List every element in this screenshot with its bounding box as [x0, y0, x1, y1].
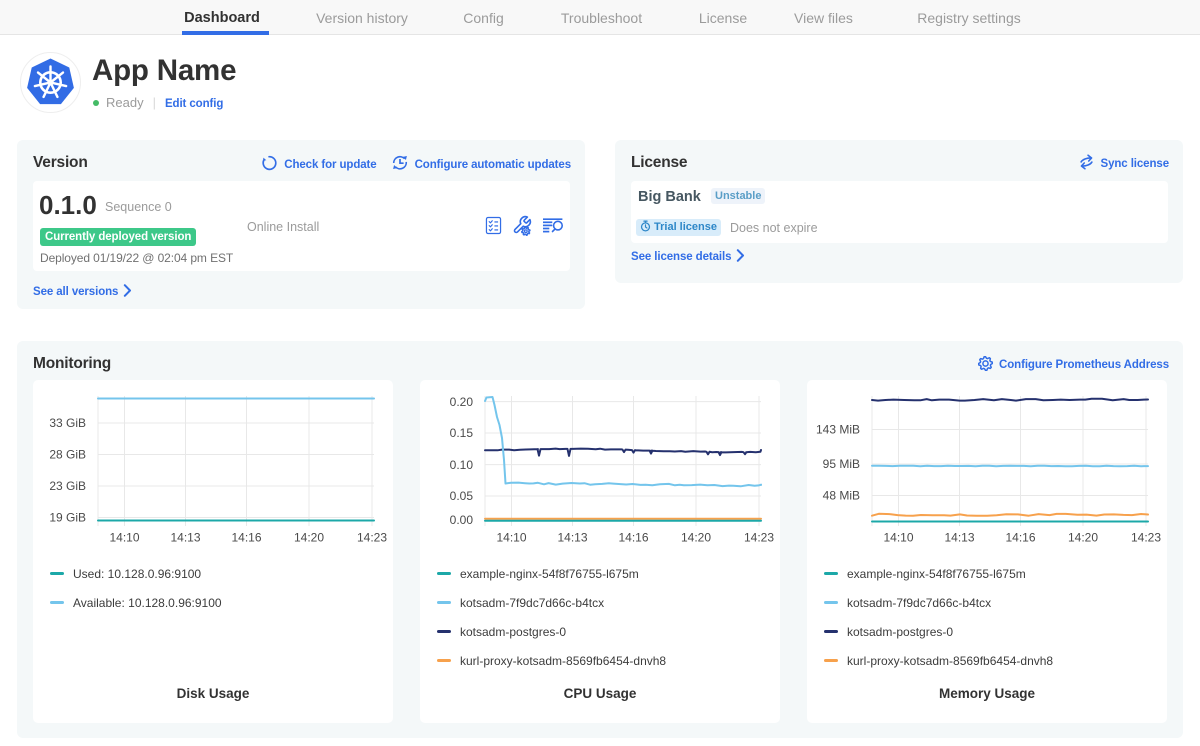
svg-text:14:20: 14:20: [294, 531, 324, 545]
svg-text:14:23: 14:23: [1131, 531, 1161, 545]
svg-text:14:16: 14:16: [1005, 531, 1035, 545]
svg-text:95 MiB: 95 MiB: [823, 457, 860, 471]
svg-text:14:10: 14:10: [109, 531, 139, 545]
svg-text:14:10: 14:10: [496, 531, 526, 545]
svg-text:14:16: 14:16: [231, 531, 261, 545]
svg-text:33 GiB: 33 GiB: [49, 416, 86, 430]
svg-text:19 GiB: 19 GiB: [49, 511, 86, 525]
svg-text:14:10: 14:10: [883, 531, 913, 545]
svg-text:28 GiB: 28 GiB: [49, 448, 86, 462]
svg-text:23 GiB: 23 GiB: [49, 479, 86, 493]
svg-text:0.00: 0.00: [450, 513, 474, 527]
svg-text:0.20: 0.20: [450, 395, 474, 409]
svg-text:0.05: 0.05: [450, 489, 474, 503]
svg-text:14:13: 14:13: [170, 531, 200, 545]
svg-text:0.10: 0.10: [450, 458, 474, 472]
svg-text:143 MiB: 143 MiB: [816, 423, 860, 437]
svg-text:0.15: 0.15: [450, 426, 474, 440]
svg-text:14:16: 14:16: [618, 531, 648, 545]
svg-text:14:20: 14:20: [681, 531, 711, 545]
svg-text:14:23: 14:23: [357, 531, 387, 545]
svg-text:14:13: 14:13: [557, 531, 587, 545]
svg-text:14:23: 14:23: [744, 531, 774, 545]
svg-text:14:13: 14:13: [944, 531, 974, 545]
svg-text:14:20: 14:20: [1068, 531, 1098, 545]
svg-text:48 MiB: 48 MiB: [823, 489, 860, 503]
